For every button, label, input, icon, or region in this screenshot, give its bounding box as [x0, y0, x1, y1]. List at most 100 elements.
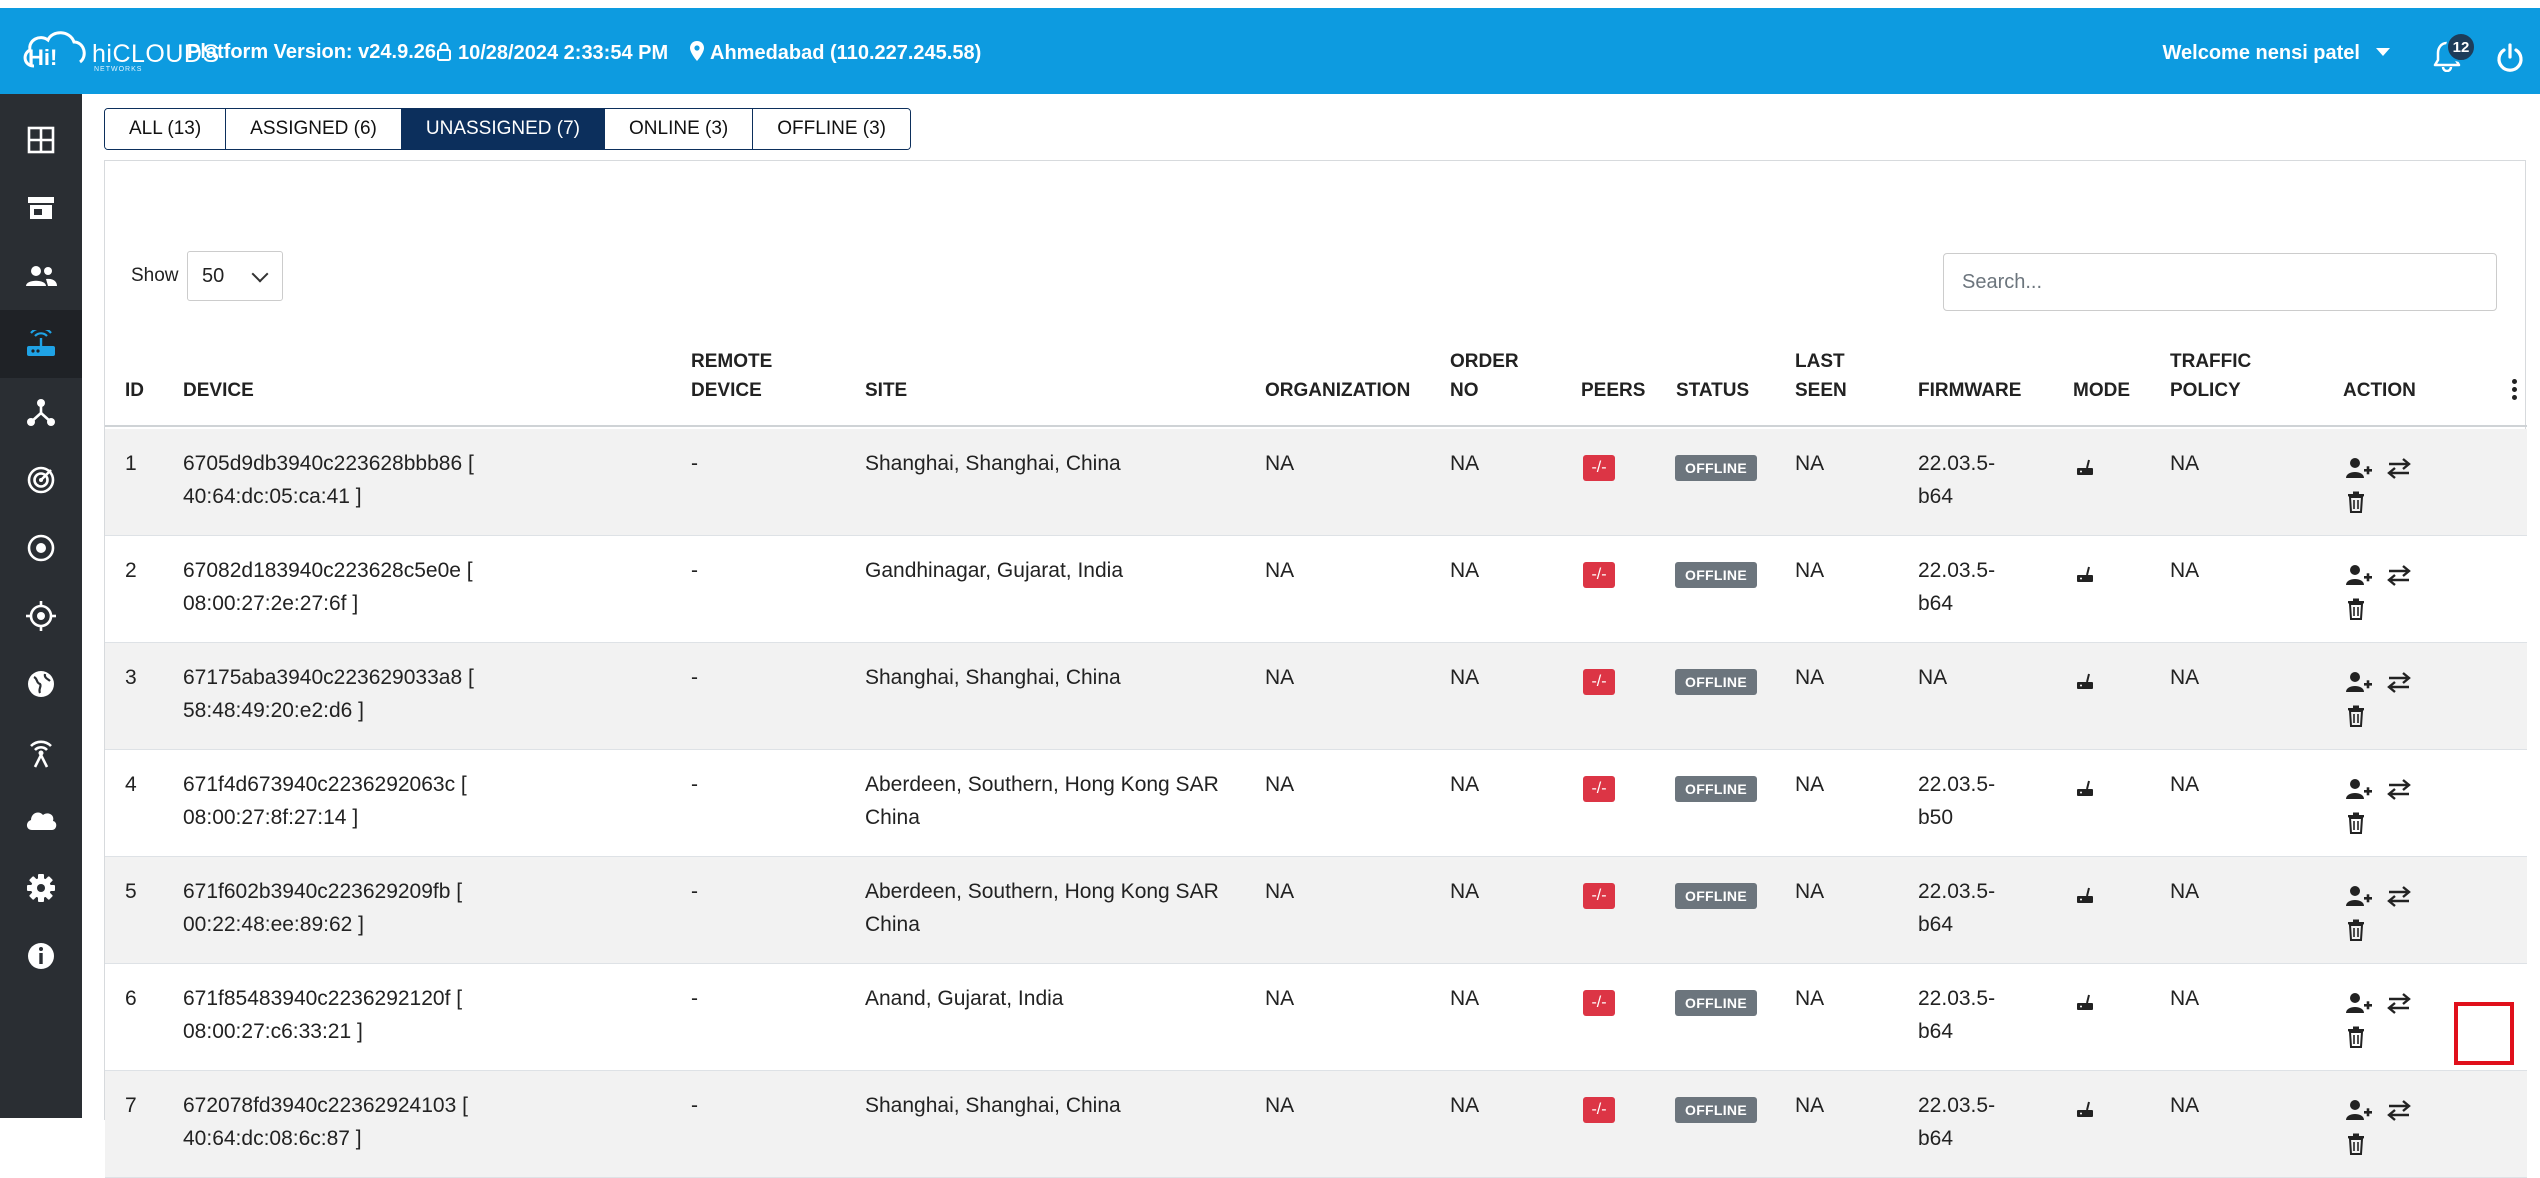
settings-gear-icon	[27, 874, 55, 902]
header-traffic-policy[interactable]: TRAFFIC POLICY	[2170, 347, 2251, 405]
tab-all[interactable]: ALL (13)	[105, 109, 227, 149]
sidebar-item-dashboard[interactable]	[0, 106, 82, 174]
header-remote-device[interactable]: REMOTE DEVICE	[691, 347, 772, 405]
transfer-swap-icon[interactable]	[2387, 885, 2411, 907]
transfer-swap-icon[interactable]	[2387, 671, 2411, 693]
cell-order-no: NA	[1450, 987, 1480, 1010]
user-menu[interactable]: Welcome nensi patel	[2163, 42, 2390, 65]
router-mode-icon	[2077, 780, 2093, 796]
cell-order-no: NA	[1450, 452, 1480, 475]
delete-trash-icon[interactable]	[2347, 598, 2365, 620]
sidebar-item-location[interactable]	[0, 582, 82, 650]
cell-organization: NA	[1265, 987, 1295, 1010]
sidebar-item-globe[interactable]	[0, 650, 82, 718]
transfer-swap-icon[interactable]	[2387, 992, 2411, 1014]
assign-user-icon[interactable]	[2345, 885, 2373, 907]
tab-unassigned[interactable]: UNASSIGNED (7)	[401, 109, 606, 149]
header-peers[interactable]: PEERS	[1581, 376, 1645, 405]
table-header: ID DEVICE REMOTE DEVICE SITE ORGANIZATIO…	[105, 347, 2527, 427]
location-display: Ahmedabad (110.227.245.58)	[690, 41, 981, 65]
router-mode-icon	[2077, 566, 2093, 582]
header-status[interactable]: STATUS	[1676, 376, 1749, 405]
cell-firmware-line2: b64	[1918, 1020, 1954, 1043]
table-row[interactable]: 5 671f602b3940c223629209fb [ 00:22:48:ee…	[105, 857, 2527, 964]
platform-version: Platform Version: v24.9.26	[187, 41, 437, 63]
delete-trash-icon[interactable]	[2347, 1133, 2365, 1155]
cell-device-mac: 58:48:49:20:e2:d6 ]	[183, 699, 364, 722]
users-icon	[26, 266, 57, 286]
datetime-display: 10/28/2024 2:33:54 PM	[436, 41, 668, 65]
app-logo[interactable]: Hi! hiCLOUDS NETWORKS	[20, 28, 219, 76]
caret-down-icon	[2376, 48, 2390, 56]
cell-organization: NA	[1265, 666, 1295, 689]
header-order-no[interactable]: ORDER NO	[1450, 347, 1519, 405]
sidebar-item-target[interactable]	[0, 514, 82, 582]
cell-firmware-line1: 22.03.5-	[1918, 1094, 1996, 1117]
column-options-icon[interactable]	[2512, 379, 2518, 403]
header-device[interactable]: DEVICE	[183, 376, 254, 405]
assign-user-icon[interactable]	[2345, 564, 2373, 586]
cell-traffic-policy: NA	[2170, 987, 2200, 1010]
header-mode[interactable]: MODE	[2073, 376, 2130, 405]
delete-trash-icon[interactable]	[2347, 919, 2365, 941]
search-input[interactable]	[1943, 253, 2497, 311]
assign-user-icon[interactable]	[2345, 457, 2373, 479]
transfer-swap-icon[interactable]	[2387, 457, 2411, 479]
peers-badge: -/-	[1583, 1097, 1615, 1123]
cell-id: 5	[125, 880, 137, 903]
delete-trash-icon[interactable]	[2347, 491, 2365, 513]
cell-firmware-line1: 22.03.5-	[1918, 559, 1996, 582]
cell-remote-device: -	[691, 773, 698, 796]
assign-user-icon[interactable]	[2345, 992, 2373, 1014]
table-row[interactable]: 1 6705d9db3940c223628bbb86 [ 40:64:dc:05…	[105, 429, 2527, 536]
delete-trash-icon[interactable]	[2347, 705, 2365, 727]
header-site[interactable]: SITE	[865, 376, 907, 405]
router-icon	[27, 330, 55, 356]
cell-device: 671f85483940c2236292120f [ 08:00:27:c6:3…	[183, 982, 462, 1048]
cell-firmware-line2: b64	[1918, 592, 1954, 615]
sidebar-item-users[interactable]	[0, 242, 82, 310]
sidebar-item-topology[interactable]	[0, 378, 82, 446]
cell-order-no: NA	[1450, 559, 1480, 582]
cell-device-name: 671f602b3940c223629209fb [	[183, 880, 463, 903]
sidebar-item-info[interactable]	[0, 922, 82, 990]
page-size-select[interactable]: 50	[187, 251, 283, 301]
delete-trash-icon[interactable]	[2347, 1026, 2365, 1048]
status-badge: OFFLINE	[1675, 883, 1757, 909]
table-row[interactable]: 7 672078fd3940c22362924103 [ 40:64:dc:08…	[105, 1071, 2527, 1178]
assign-user-icon[interactable]	[2345, 778, 2373, 800]
header-organization[interactable]: ORGANIZATION	[1265, 376, 1410, 405]
sidebar-item-radar[interactable]	[0, 446, 82, 514]
sidebar-item-store[interactable]	[0, 174, 82, 242]
sidebar-nav	[0, 94, 82, 1118]
sidebar-item-cloud[interactable]	[0, 786, 82, 854]
table-row[interactable]: 3 67175aba3940c223629033a8 [ 58:48:49:20…	[105, 643, 2527, 750]
header-id[interactable]: ID	[125, 376, 144, 405]
table-row[interactable]: 4 671f4d673940c2236292063c [ 08:00:27:8f…	[105, 750, 2527, 857]
table-row[interactable]: 6 671f85483940c2236292120f [ 08:00:27:c6…	[105, 964, 2527, 1071]
tab-offline[interactable]: OFFLINE (3)	[753, 109, 910, 149]
assign-user-icon[interactable]	[2345, 671, 2373, 693]
delete-trash-icon[interactable]	[2347, 812, 2365, 834]
sidebar-item-settings[interactable]	[0, 854, 82, 922]
cell-device: 6705d9db3940c223628bbb86 [ 40:64:dc:05:c…	[183, 447, 474, 513]
power-logout-icon[interactable]	[2494, 42, 2526, 74]
sidebar-item-devices[interactable]	[0, 310, 82, 378]
cell-device-name: 67175aba3940c223629033a8 [	[183, 666, 474, 689]
cell-firmware: NA	[1918, 661, 1947, 694]
sidebar-item-wireless[interactable]	[0, 718, 82, 786]
cell-device: 671f602b3940c223629209fb [ 00:22:48:ee:8…	[183, 875, 462, 941]
cell-site-line1: Aberdeen, Southern, Hong Kong SAR	[865, 773, 1219, 796]
cell-remote-device: -	[691, 880, 698, 903]
cell-last-seen: NA	[1795, 880, 1825, 903]
transfer-swap-icon[interactable]	[2387, 564, 2411, 586]
header-firmware[interactable]: FIRMWARE	[1918, 376, 2021, 405]
transfer-swap-icon[interactable]	[2387, 778, 2411, 800]
tab-assigned[interactable]: ASSIGNED (6)	[226, 109, 402, 149]
tab-online[interactable]: ONLINE (3)	[605, 109, 754, 149]
header-last-seen[interactable]: LAST SEEN	[1795, 347, 1847, 405]
peers-badge: -/-	[1583, 776, 1615, 802]
table-row[interactable]: 2 67082d183940c223628c5e0e [ 08:00:27:2e…	[105, 536, 2527, 643]
cell-device-mac: 08:00:27:8f:27:14 ]	[183, 806, 359, 829]
info-icon	[28, 943, 54, 969]
